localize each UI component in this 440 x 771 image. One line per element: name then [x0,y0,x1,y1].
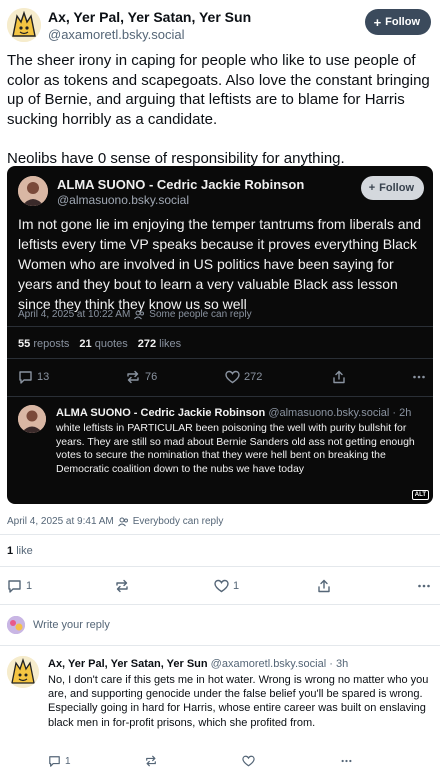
share-button[interactable] [332,370,346,384]
likes-stat[interactable]: 272 likes [138,338,181,350]
post-meta: April 4, 2025 at 9:41 AM Everybody can r… [7,516,223,527]
share-button[interactable] [317,579,331,593]
post-header: Ax, Yer Pal, Yer Satan, Yer Sun @axamore… [7,8,433,44]
comment-header: Ax, Yer Pal, Yer Satan, Yer Sun @axamore… [48,658,348,670]
reply-composer[interactable]: Write your reply [7,616,110,634]
reply-icon [8,580,21,593]
reposts-count: 55 [18,338,31,350]
repost-count: 76 [145,371,158,383]
like-count: 272 [244,371,263,383]
people-icon [117,517,129,527]
reply-placeholder[interactable]: Write your reply [33,619,110,631]
quote-author-avatar[interactable] [18,176,48,206]
more-icon [341,759,352,763]
reply-author-handle[interactable]: @almasuono.bsky.social [268,407,389,419]
reply-button[interactable]: 1 [7,579,32,593]
plus-icon: + [368,182,376,194]
reply-icon [19,371,32,384]
comment-author-avatar[interactable] [7,656,39,688]
divider [0,566,440,567]
repost-button[interactable] [144,755,158,767]
reply-author-avatar[interactable] [18,405,46,433]
more-options-button[interactable] [340,755,353,767]
divider [7,326,433,327]
quotes-stat[interactable]: 21 quotes [79,338,127,350]
like-count: 1 [233,580,240,592]
like-button[interactable] [242,755,255,767]
quote-meta: April 4, 2025 at 10:22 AM Some people ca… [18,309,252,320]
post-body: The sheer irony in caping for people who… [7,51,433,168]
heart-icon [225,370,240,384]
more-icon [418,584,430,588]
follow-label: Follow [379,182,414,194]
heart-icon [214,579,229,593]
comment-actions: 1 [48,755,433,769]
author-handle[interactable]: @axamoretl.bsky.social [48,27,185,42]
more-icon [413,375,425,379]
repost-button[interactable] [114,579,134,593]
author-name[interactable]: Ax, Yer Pal, Yer Satan, Yer Sun [48,9,251,25]
quote-reply-setting[interactable]: Some people can reply [149,309,251,320]
author-avatar[interactable] [7,8,41,42]
post-timestamp[interactable]: April 4, 2025 at 9:41 AM [7,516,114,527]
people-icon [134,310,145,320]
follow-label: Follow [385,16,420,28]
comment-body: No, I don't care if this gets me in hot … [48,674,429,729]
repost-icon [116,579,128,593]
quote-author-handle[interactable]: @almasuono.bsky.social [57,193,189,207]
quote-author-name[interactable]: ALMA SUONO - Cedric Jackie Robinson [57,177,304,192]
share-icon [318,579,330,593]
plus-icon: + [373,14,382,30]
post-likes-stat[interactable]: 1 like [7,545,33,557]
post-actions: 1 1 [7,579,433,595]
alt-text-badge[interactable]: ALT [411,490,429,500]
quotes-count: 21 [79,338,92,350]
post-paragraph: The sheer irony in caping for people who… [7,52,430,128]
quoted-post[interactable]: ALMA SUONO - Cedric Jackie Robinson @alm… [7,166,433,504]
like-button[interactable]: 1 [214,579,239,593]
quote-follow-button[interactable]: + Follow [360,176,424,200]
divider [0,604,440,605]
comment-age: · 3h [329,658,349,670]
quote-timestamp[interactable]: April 4, 2025 at 10:22 AM [18,309,130,320]
likes-label: likes [159,338,182,350]
reply-count: 13 [37,371,50,383]
reposts-stat[interactable]: 55 reposts [18,338,69,350]
like-button[interactable]: 272 [225,370,262,384]
reply-count: 1 [65,755,71,767]
divider [0,645,440,646]
quotes-label: quotes [94,338,128,350]
follow-button[interactable]: + Follow [364,9,431,35]
post-reply-setting[interactable]: Everybody can reply [133,516,224,527]
reply-count: 1 [26,580,33,592]
reply-age: · 2h [392,407,412,419]
reply-body: white leftists in PARTICULAR been poison… [56,422,415,475]
likes-count: 272 [137,338,157,350]
repost-icon [127,370,139,384]
repost-icon [146,755,156,767]
post-likes-label: like [16,545,33,557]
reply-icon [49,756,60,767]
repost-button[interactable]: 76 [125,370,157,384]
reply-header: ALMA SUONO - Cedric Jackie Robinson @alm… [56,407,411,419]
divider [0,534,440,535]
reposts-label: reposts [33,338,70,350]
reply-button[interactable]: 1 [48,755,71,767]
more-options-button[interactable] [417,579,431,593]
post-likes-count: 1 [7,545,14,557]
quote-actions: 13 76 272 [18,370,426,386]
reply-author-name[interactable]: ALMA SUONO - Cedric Jackie Robinson [56,407,265,419]
comment-author-handle[interactable]: @axamoretl.bsky.social [211,658,327,670]
divider [7,358,433,359]
comment-author-name[interactable]: Ax, Yer Pal, Yer Satan, Yer Sun [48,658,208,670]
current-user-avatar [7,616,25,634]
quote-body: Im not gone lie im enjoying the temper t… [18,216,422,312]
quote-stats: 55 reposts 21 quotes 272 likes [18,338,181,350]
share-icon [333,370,345,384]
divider [7,396,433,397]
reply-button[interactable]: 13 [18,370,49,384]
more-options-button[interactable] [412,370,426,384]
heart-icon [242,755,255,767]
